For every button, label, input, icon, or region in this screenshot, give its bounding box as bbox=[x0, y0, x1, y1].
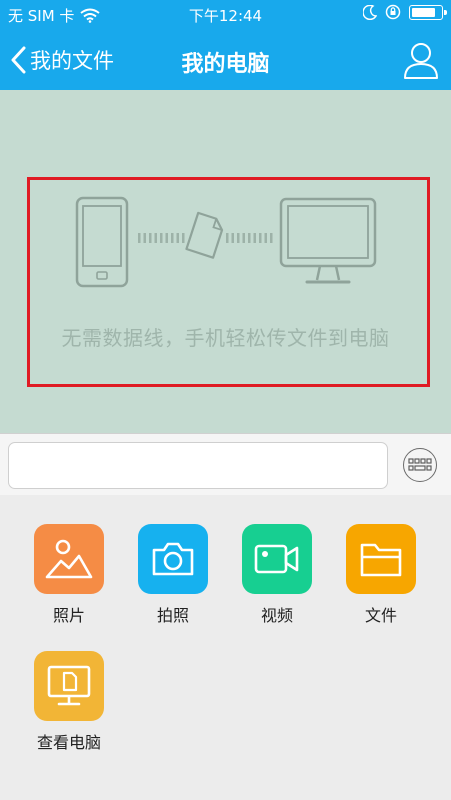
keyboard-toggle-button[interactable] bbox=[403, 448, 437, 482]
rotation-lock-icon bbox=[385, 4, 401, 20]
status-bar: 无 SIM 卡 下午12:44 bbox=[0, 0, 451, 30]
battery-icon bbox=[409, 4, 447, 20]
computer-file-icon bbox=[47, 665, 91, 706]
action-photos[interactable]: 照片 bbox=[17, 524, 121, 626]
action-camera[interactable]: 拍照 bbox=[121, 524, 225, 626]
page-title: 我的电脑 bbox=[181, 52, 270, 77]
message-input-bar bbox=[0, 433, 451, 495]
profile-icon[interactable] bbox=[403, 40, 439, 80]
hero-caption: 无需数据线，手机轻松传文件到电脑 bbox=[61, 326, 390, 350]
photo-icon bbox=[45, 539, 93, 579]
video-icon bbox=[254, 544, 299, 574]
action-label: 查看电脑 bbox=[36, 733, 101, 752]
action-label: 拍照 bbox=[156, 606, 189, 625]
monitor-icon bbox=[279, 197, 377, 284]
transfer-illustration bbox=[75, 196, 377, 288]
action-grid: 照片 拍照 视频 文件 查看电脑 bbox=[0, 495, 451, 800]
action-video[interactable]: 视频 bbox=[225, 524, 329, 626]
photos-tile bbox=[34, 524, 104, 594]
nav-bar: 我的文件 我的电脑 bbox=[0, 30, 451, 90]
keyboard-icon bbox=[408, 458, 432, 471]
moon-icon bbox=[363, 4, 377, 20]
action-label: 照片 bbox=[52, 606, 85, 625]
action-files[interactable]: 文件 bbox=[329, 524, 433, 626]
phone-icon bbox=[75, 196, 129, 288]
action-label: 文件 bbox=[364, 606, 397, 625]
top-bar: 无 SIM 卡 下午12:44 我的文件 我的电脑 bbox=[0, 0, 451, 90]
document-icon bbox=[185, 211, 224, 259]
files-tile bbox=[346, 524, 416, 594]
battery-fill bbox=[412, 7, 435, 17]
status-icons bbox=[363, 4, 447, 20]
camera-icon bbox=[152, 542, 194, 576]
transfer-hero: 无需数据线，手机轻松传文件到电脑 bbox=[0, 90, 451, 433]
camera-tile bbox=[138, 524, 208, 594]
view-computer-tile bbox=[34, 651, 104, 721]
action-view-computer[interactable]: 查看电脑 bbox=[17, 651, 121, 753]
folder-icon bbox=[360, 543, 402, 577]
video-tile bbox=[242, 524, 312, 594]
action-label: 视频 bbox=[260, 606, 293, 625]
message-input[interactable] bbox=[8, 442, 388, 489]
